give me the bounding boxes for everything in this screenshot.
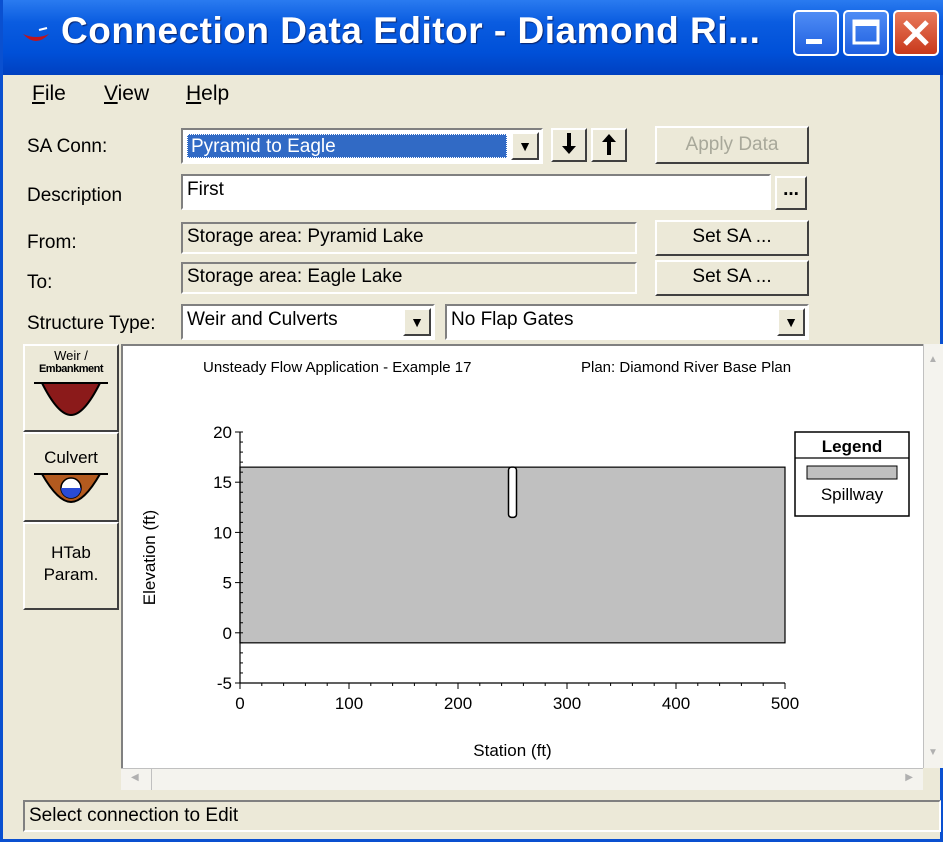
legend-label-spillway: Spillway [821, 485, 884, 504]
chevron-down-icon[interactable]: ▼ [511, 132, 539, 160]
culvert-marker [507, 466, 518, 519]
set-sa-to-button[interactable]: Set SA ... [655, 260, 809, 296]
flap-gates-value: No Flap Gates [451, 309, 574, 330]
vertical-scrollbar[interactable]: ▲ ▼ [923, 344, 943, 768]
sa-conn-label: SA Conn: [27, 136, 108, 157]
structure-type-select[interactable]: Weir and Culverts ▼ [181, 304, 435, 340]
weir-icon [34, 382, 108, 417]
arrow-down-icon [562, 133, 576, 154]
flap-gates-select[interactable]: No Flap Gates ▼ [445, 304, 809, 340]
close-icon [903, 20, 929, 46]
connection-data-editor-window: Connection Data Editor - Diamond Ri... F… [0, 0, 943, 842]
move-down-button[interactable] [551, 128, 587, 162]
from-field: Storage area: Pyramid Lake [181, 222, 637, 254]
x-tick-label: 400 [662, 694, 690, 713]
elevation-chart: Unsteady Flow Application - Example 17 Pl… [140, 359, 910, 760]
chevron-down-icon[interactable]: ▼ [403, 308, 431, 336]
menu-help[interactable]: Help [186, 82, 229, 106]
to-field: Storage area: Eagle Lake [181, 262, 637, 294]
x-tick-label: 200 [444, 694, 472, 713]
move-up-button[interactable] [591, 128, 627, 162]
to-label: To: [27, 272, 53, 293]
maximize-button[interactable] [843, 10, 889, 56]
minimize-button[interactable] [793, 10, 839, 56]
maximize-icon [852, 19, 880, 45]
set-sa-from-button[interactable]: Set SA ... [655, 220, 809, 256]
description-ellipsis-button[interactable]: ... [775, 176, 807, 210]
sa-conn-selection-highlight: Pyramid to Eagle [187, 134, 507, 158]
chevron-down-icon[interactable]: ▼ [777, 308, 805, 336]
tab-weir-embankment[interactable]: Weir / Embankment [23, 344, 119, 432]
title-bar[interactable]: Connection Data Editor - Diamond Ri... [3, 0, 943, 75]
scroll-right-icon[interactable]: ▶ [905, 772, 913, 783]
scroll-left-icon[interactable]: ◀ [131, 772, 139, 783]
y-tick-label: 20 [213, 423, 232, 442]
description-value: First [187, 179, 224, 200]
sa-conn-select[interactable]: Pyramid to Eagle ▼ [181, 128, 543, 164]
minimize-icon [806, 39, 822, 44]
y-tick-label: 15 [213, 473, 232, 492]
tab-weir-label-line1: Weir / [54, 348, 88, 363]
tab-htab-label-line2: Param. [43, 565, 99, 584]
apply-data-button[interactable]: Apply Data [655, 126, 809, 164]
structure-type-value: Weir and Culverts [187, 309, 338, 330]
tab-culvert[interactable]: Culvert [23, 432, 119, 522]
status-text: Select connection to Edit [29, 805, 239, 826]
tab-weir-label-line2: Embankment [38, 363, 104, 375]
scroll-thumb-edge [151, 769, 152, 790]
to-value: Storage area: Eagle Lake [187, 266, 403, 287]
chart-title: Unsteady Flow Application - Example 17 [203, 359, 471, 376]
menu-file[interactable]: File [32, 82, 66, 106]
culvert-icon [34, 473, 108, 504]
description-label: Description [27, 185, 123, 206]
scroll-down-icon[interactable]: ▼ [928, 747, 938, 758]
x-tick-label: 300 [553, 694, 581, 713]
close-button[interactable] [893, 10, 939, 56]
y-tick-label: 5 [223, 574, 232, 593]
app-icon [23, 27, 49, 41]
plot-area: Unsteady Flow Application - Example 17 Pl… [121, 344, 923, 768]
tab-culvert-label: Culvert [44, 448, 98, 467]
structure-type-label: Structure Type: [27, 313, 156, 334]
from-label: From: [27, 232, 77, 253]
x-axis-label: Station (ft) [473, 741, 551, 760]
tab-htab-param[interactable]: HTab Param. [23, 522, 119, 610]
arrow-up-icon [602, 134, 616, 155]
horizontal-scrollbar[interactable]: ◀ ▶ [121, 768, 923, 790]
x-tick-label: 500 [771, 694, 799, 713]
menu-bar: File View Help [6, 76, 940, 116]
chart-subtitle: Plan: Diamond River Base Plan [581, 359, 791, 376]
y-tick-label: 0 [223, 624, 232, 643]
legend-swatch-spillway [806, 465, 898, 480]
menu-view[interactable]: View [104, 82, 149, 106]
x-tick-label: 0 [235, 694, 244, 713]
description-field[interactable]: First [181, 174, 771, 210]
window-title: Connection Data Editor - Diamond Ri... [61, 10, 761, 51]
legend-title: Legend [822, 437, 882, 456]
x-tick-label: 100 [335, 694, 363, 713]
y-tick-label: -5 [217, 674, 232, 693]
from-value: Storage area: Pyramid Lake [187, 226, 424, 247]
tab-htab-label-line1: HTab [51, 543, 91, 562]
y-tick-label: 10 [213, 523, 232, 542]
y-axis-label: Elevation (ft) [140, 510, 159, 605]
scroll-up-icon[interactable]: ▲ [928, 354, 938, 365]
sa-conn-value: Pyramid to Eagle [191, 136, 336, 157]
status-bar: Select connection to Edit [23, 800, 941, 832]
